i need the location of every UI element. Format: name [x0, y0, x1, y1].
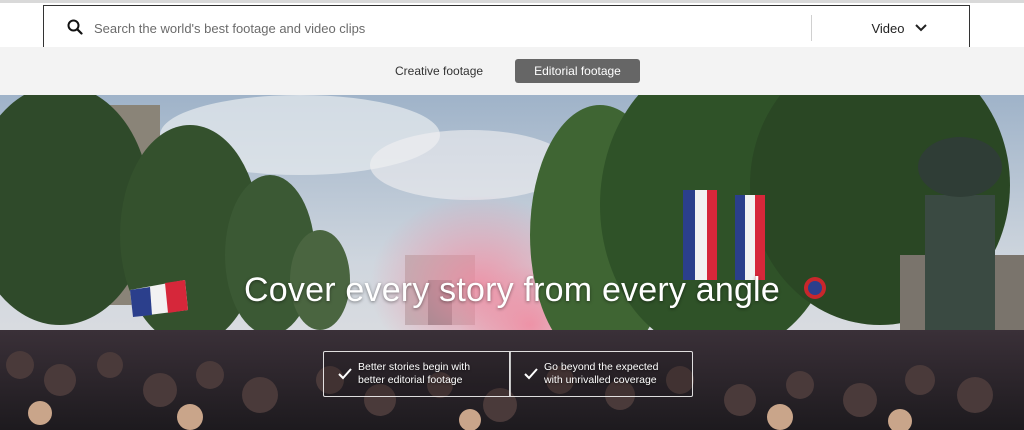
top-divider	[0, 0, 1024, 3]
check-icon	[524, 368, 538, 380]
tab-editorial-footage[interactable]: Editorial footage	[515, 59, 640, 83]
footage-tabs: Creative footage Editorial footage	[0, 47, 1024, 95]
benefit-text: Better stories begin with better editori…	[358, 361, 503, 387]
check-icon	[338, 368, 352, 380]
benefit-card: Better stories begin with better editori…	[323, 351, 511, 397]
benefit-line: better editorial footage	[358, 374, 463, 386]
hero-title: Cover every story from every angle	[244, 271, 780, 309]
benefit-line: Go beyond the expected	[544, 361, 659, 373]
benefit-card: Go beyond the expected with unrivalled c…	[509, 351, 693, 397]
search-icon[interactable]	[67, 19, 83, 35]
search-divider	[811, 15, 812, 41]
media-type-dropdown[interactable]: Video	[844, 14, 954, 42]
benefit-line: with unrivalled coverage	[544, 374, 657, 386]
search-input[interactable]	[92, 14, 796, 42]
tab-creative-footage[interactable]: Creative footage	[385, 59, 493, 83]
chevron-down-icon	[914, 24, 927, 32]
search-bar: Video	[43, 5, 970, 49]
media-type-label: Video	[871, 20, 905, 36]
benefit-text: Go beyond the expected with unrivalled c…	[544, 361, 689, 387]
hero-banner: Cover every story from every angle Bette…	[0, 95, 1024, 430]
benefit-line: Better stories begin with	[358, 361, 471, 373]
